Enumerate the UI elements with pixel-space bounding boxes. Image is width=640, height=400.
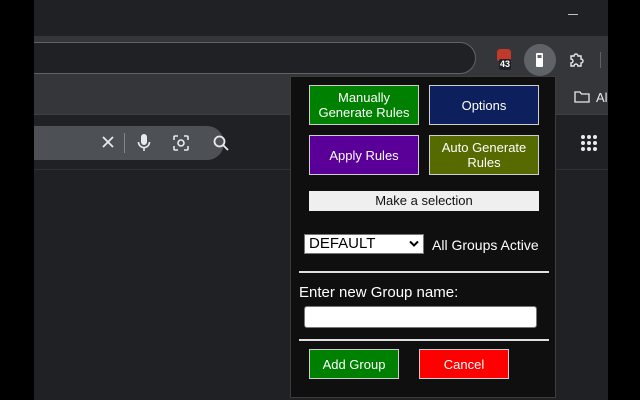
group-select[interactable]: DEFAULT [304, 234, 424, 254]
title-bar [34, 0, 608, 36]
search-separator [124, 133, 125, 153]
add-group-button[interactable]: Add Group [309, 349, 399, 379]
cancel-button[interactable]: Cancel [419, 349, 509, 379]
selection-status-bar[interactable]: Make a selection [309, 191, 539, 211]
active-extension-button[interactable] [524, 44, 556, 76]
minimize-icon[interactable] [568, 14, 578, 15]
divider [299, 271, 549, 273]
manually-generate-rules-button[interactable]: Manually Generate Rules [309, 85, 419, 125]
puzzle-icon [570, 53, 584, 67]
auto-generate-rules-button[interactable]: Auto Generate Rules [429, 135, 539, 175]
close-icon[interactable] [100, 134, 116, 150]
apply-rules-button[interactable]: Apply Rules [309, 135, 419, 175]
folder-icon [574, 91, 590, 103]
fuel-pump-icon [536, 53, 543, 67]
divider [299, 339, 549, 341]
microphone-icon[interactable] [136, 133, 152, 153]
apps-grid-icon[interactable] [580, 134, 598, 152]
groups-status-label: All Groups Active [432, 237, 539, 253]
new-group-name-input[interactable] [304, 306, 537, 328]
extensions-menu-button[interactable] [562, 44, 592, 74]
address-bar[interactable] [34, 42, 476, 74]
search-box[interactable] [34, 126, 229, 160]
toolbar-separator [600, 52, 601, 68]
group-select-value: DEFAULT [309, 235, 376, 252]
chevron-down-icon [409, 240, 419, 247]
options-button[interactable]: Options [429, 85, 539, 125]
extension-popup: Manually Generate Rules Options Apply Ru… [290, 76, 556, 398]
extension-badge-count: 43 [499, 59, 512, 70]
search-icon[interactable] [212, 134, 230, 152]
new-group-label: Enter new Group name: [299, 284, 459, 301]
bookmark-folder-label[interactable]: Al [596, 90, 608, 105]
extension-badge-button[interactable]: 43 [490, 44, 520, 74]
lens-icon[interactable] [172, 134, 190, 152]
